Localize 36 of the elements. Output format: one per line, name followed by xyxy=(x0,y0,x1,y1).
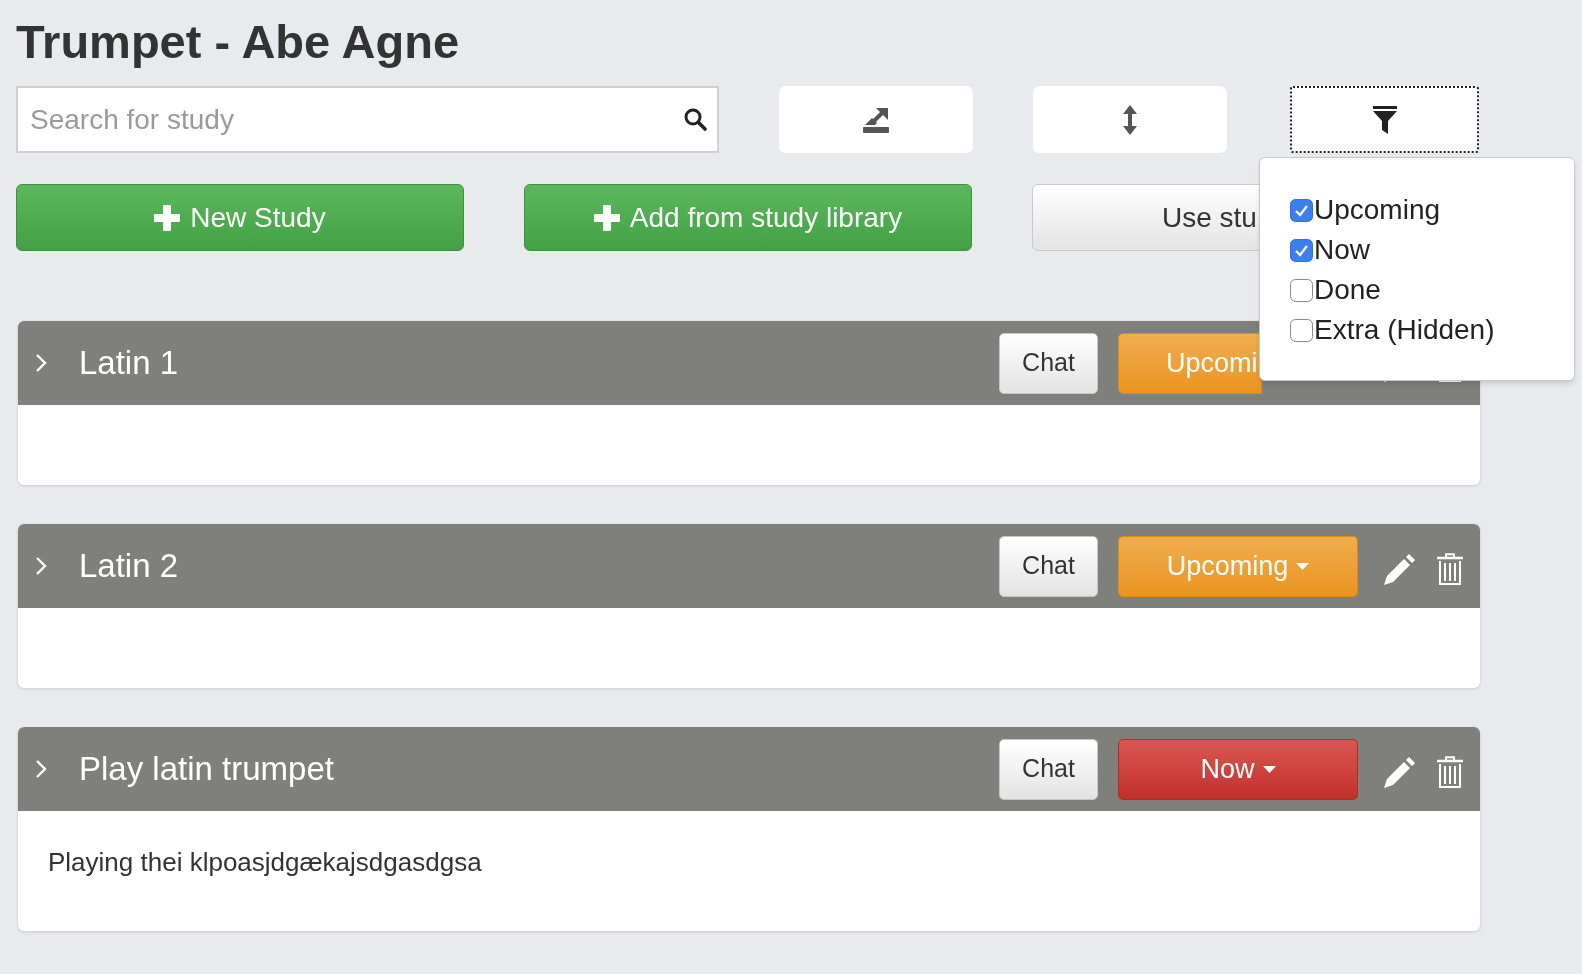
pencil-icon[interactable] xyxy=(1384,756,1415,788)
export-button[interactable] xyxy=(779,86,973,153)
chat-button[interactable]: Chat xyxy=(999,332,1098,394)
chevron-right-icon[interactable] xyxy=(35,353,47,373)
caret-down-icon xyxy=(1296,562,1310,570)
checkbox[interactable] xyxy=(1290,318,1313,342)
page-title: Trumpet - Abe Agne xyxy=(16,14,461,70)
up-down-arrow-icon xyxy=(1123,104,1137,135)
pencil-icon[interactable] xyxy=(1384,553,1415,585)
search-field[interactable]: Search for study xyxy=(16,86,719,153)
search-icon xyxy=(683,107,707,131)
filter-option[interactable]: Now xyxy=(1290,230,1574,270)
chevron-right-icon[interactable] xyxy=(35,556,47,576)
filter-option[interactable]: Upcoming xyxy=(1290,190,1574,230)
status-dropdown-button[interactable]: Now xyxy=(1118,738,1358,800)
checkbox[interactable] xyxy=(1290,238,1313,262)
funnel-icon xyxy=(1372,105,1397,134)
filter-button[interactable] xyxy=(1290,86,1479,153)
trash-icon[interactable] xyxy=(1437,756,1463,788)
checkbox[interactable] xyxy=(1290,198,1313,222)
template-button[interactable]: Use stu xyxy=(1032,184,1261,251)
checkbox[interactable] xyxy=(1290,278,1313,302)
card-title: Latin 1 xyxy=(79,343,179,384)
caret-down-icon xyxy=(1262,765,1276,773)
chevron-right-icon[interactable] xyxy=(35,759,47,779)
card-title: Play latin trumpet xyxy=(79,749,334,790)
chat-button[interactable]: Chat xyxy=(999,738,1098,800)
chat-button[interactable]: Chat xyxy=(999,535,1098,597)
tray-arrow-icon xyxy=(862,105,890,134)
card-title: Latin 2 xyxy=(79,546,179,587)
filter-option[interactable]: Extra (Hidden) xyxy=(1290,310,1574,350)
trash-icon[interactable] xyxy=(1437,553,1463,585)
plus-icon xyxy=(593,204,620,231)
filter-option[interactable]: Done xyxy=(1290,270,1574,310)
card-description: Playing thei klpoasjdgækajsdgasdgsa xyxy=(48,846,483,878)
plus-icon xyxy=(154,204,181,231)
